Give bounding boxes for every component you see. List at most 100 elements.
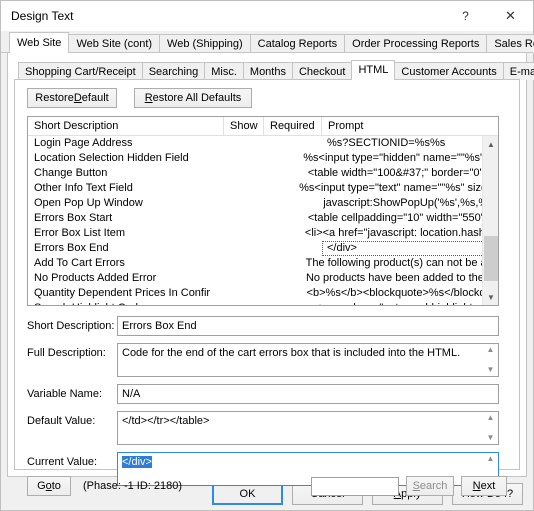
title-bar: Design Text ? ✕	[1, 1, 533, 31]
cell-required	[248, 211, 302, 226]
tab-searching[interactable]: Searching	[141, 62, 206, 80]
table-row[interactable]: Search Highlight Code <span class="notsea…	[28, 301, 498, 305]
restore-default-button[interactable]: Restore Default	[27, 88, 117, 108]
variable-name-row: Variable Name: N/A	[27, 384, 499, 404]
table-row[interactable]: Login Page Address %s?SECTIONID=%s%s	[28, 136, 498, 151]
tab-misc[interactable]: Misc.	[204, 62, 244, 80]
phase-id-text: (Phase: -1 ID: 2180)	[83, 480, 183, 492]
table-row[interactable]: Add To Cart Errors The following product(…	[28, 256, 498, 271]
full-description-input[interactable]: Code for the end of the cart errors box …	[117, 343, 499, 377]
search-controls: Search Next	[311, 476, 507, 496]
table-row[interactable]: Open Pop Up Window javascript:ShowPopUp('…	[28, 196, 498, 211]
title-bar-buttons: ? ✕	[443, 1, 533, 31]
restore-all-key: R	[144, 92, 153, 104]
cell-prompt: The following product(s) can not be adde…	[305, 257, 498, 269]
tab-months[interactable]: Months	[242, 62, 293, 80]
cell-required	[246, 226, 300, 241]
tab-customer-accounts[interactable]: Customer Accounts	[394, 62, 504, 80]
full-description-scroll-down-icon[interactable]: ▼	[487, 365, 495, 375]
default-value-text: </td></tr></table>	[122, 415, 210, 427]
cell-show	[210, 286, 247, 301]
cell-short-description: Search Highlight Code	[28, 301, 215, 305]
outer-tab-strip: Web Site Web Site (cont) Web (Shipping) …	[1, 31, 534, 54]
cell-show	[224, 136, 264, 151]
inner-tab-strip: Shopping Cart/Receipt Searching Misc. Mo…	[8, 59, 534, 81]
scrollbar-thumb[interactable]	[484, 236, 498, 281]
cell-prompt: javascript:ShowPopUp('%s',%s,%s);	[323, 197, 498, 209]
search-input[interactable]	[311, 476, 399, 496]
current-value-text: </div>	[122, 456, 152, 468]
cell-short-description: Change Button	[34, 167, 108, 179]
window-title: Design Text	[11, 9, 74, 23]
search-key: S	[412, 480, 420, 492]
table-row[interactable]: Errors Box End </div>	[28, 241, 498, 256]
full-description-row: Full Description: Code for the end of th…	[27, 343, 499, 377]
tab-web-site[interactable]: Web Site	[9, 32, 70, 54]
table-row[interactable]: No Products Added Error No products have …	[28, 271, 498, 286]
cell-short-description: Error Box List Item	[34, 227, 126, 239]
table-row[interactable]: Error Box List Item <li><a href="javascri…	[28, 226, 498, 241]
tab-web-shipping[interactable]: Web (Shipping)	[159, 34, 251, 53]
cell-show	[221, 196, 261, 211]
variable-name-control: N/A	[117, 384, 499, 404]
cell-prompt: No products have been added to the sho..…	[305, 272, 498, 284]
go-to-button[interactable]: Go to	[27, 476, 71, 496]
tab-web-site-cont[interactable]: Web Site (cont)	[68, 34, 161, 53]
short-description-input[interactable]: Errors Box End	[117, 316, 499, 336]
cell-required	[264, 136, 322, 151]
full-description-label: Full Description:	[27, 347, 106, 359]
current-value-label: Current Value:	[27, 456, 98, 468]
tab-order-processing-reports[interactable]: Order Processing Reports	[344, 34, 488, 53]
cell-show	[205, 181, 242, 196]
help-icon[interactable]: ?	[443, 1, 488, 31]
cell-show	[211, 166, 249, 181]
table-row[interactable]: Location Selection Hidden Field %s<input …	[28, 151, 498, 166]
short-description-row: Short Description: Errors Box End	[27, 316, 499, 336]
variable-name-input[interactable]: N/A	[117, 384, 499, 404]
column-header-required[interactable]: Required	[264, 117, 322, 136]
cell-short-description: Quantity Dependent Prices In Confirmatio…	[34, 287, 210, 299]
default-value-scroll-down-icon[interactable]: ▼	[487, 433, 495, 443]
cell-prompt: <span class="notsearchhighlightcolor">	[310, 301, 498, 305]
search-button[interactable]: Search	[406, 476, 454, 496]
next-button[interactable]: Next	[461, 476, 507, 496]
text-items-list[interactable]: Short Description Show Required Prompt L…	[27, 116, 499, 306]
restore-all-defaults-button[interactable]: Restore All Defaults	[134, 88, 252, 108]
cell-required	[247, 256, 301, 271]
table-row[interactable]: Quantity Dependent Prices In Confirmatio…	[28, 286, 498, 301]
cell-required	[248, 166, 302, 181]
table-row[interactable]: Change Button <table width="100&#37;" bor…	[28, 166, 498, 181]
default-value-scroll[interactable]: ▲ ▼	[483, 412, 498, 444]
list-header-row: Short Description Show Required Prompt	[28, 117, 498, 136]
tab-shopping-cart-receipt[interactable]: Shopping Cart/Receipt	[18, 62, 143, 80]
cell-prompt: <table cellpadding="10" width="550" bor.…	[307, 212, 498, 224]
scroll-up-arrow-icon[interactable]: ▲	[483, 136, 498, 152]
table-row[interactable]: Other Info Text Field %s<input type="text…	[28, 181, 498, 196]
panel-bottom-row: Go to (Phase: -1 ID: 2180) Search Next	[27, 475, 507, 497]
cell-required	[261, 196, 318, 211]
default-value-scroll-up-icon[interactable]: ▲	[487, 413, 495, 423]
full-description-control: Code for the end of the cart errors box …	[117, 343, 499, 377]
column-header-short-description[interactable]: Short Description	[28, 117, 224, 136]
web-site-tab-page: Shopping Cart/Receipt Searching Misc. Mo…	[7, 53, 534, 496]
tab-sales-reports[interactable]: Sales Reports	[486, 34, 534, 53]
tab-checkout[interactable]: Checkout	[291, 62, 353, 80]
column-header-show[interactable]: Show	[224, 117, 264, 136]
current-value-scroll-up-icon[interactable]: ▲	[487, 454, 495, 464]
tab-catalog-reports[interactable]: Catalog Reports	[249, 34, 346, 53]
list-vertical-scrollbar[interactable]: ▲ ▼	[482, 136, 498, 305]
table-row[interactable]: Errors Box Start <table cellpadding="10" …	[28, 211, 498, 226]
go-to-post: to	[51, 480, 61, 492]
tab-html[interactable]: HTML	[351, 60, 396, 81]
close-icon[interactable]: ✕	[488, 1, 533, 31]
default-value-input[interactable]: </td></tr></table>	[117, 411, 499, 445]
column-header-prompt[interactable]: Prompt	[322, 117, 498, 136]
full-description-scroll-up-icon[interactable]: ▲	[487, 345, 495, 355]
cell-prompt: <table width="100&#37;" border="0" cell.…	[307, 167, 498, 179]
variable-name-label: Variable Name:	[27, 388, 102, 400]
full-description-scroll[interactable]: ▲ ▼	[483, 344, 498, 376]
cell-required	[254, 301, 310, 305]
tab-email[interactable]: E-mail	[502, 62, 534, 80]
scroll-down-arrow-icon[interactable]: ▼	[483, 289, 498, 305]
go-to-pre: G	[37, 480, 46, 492]
